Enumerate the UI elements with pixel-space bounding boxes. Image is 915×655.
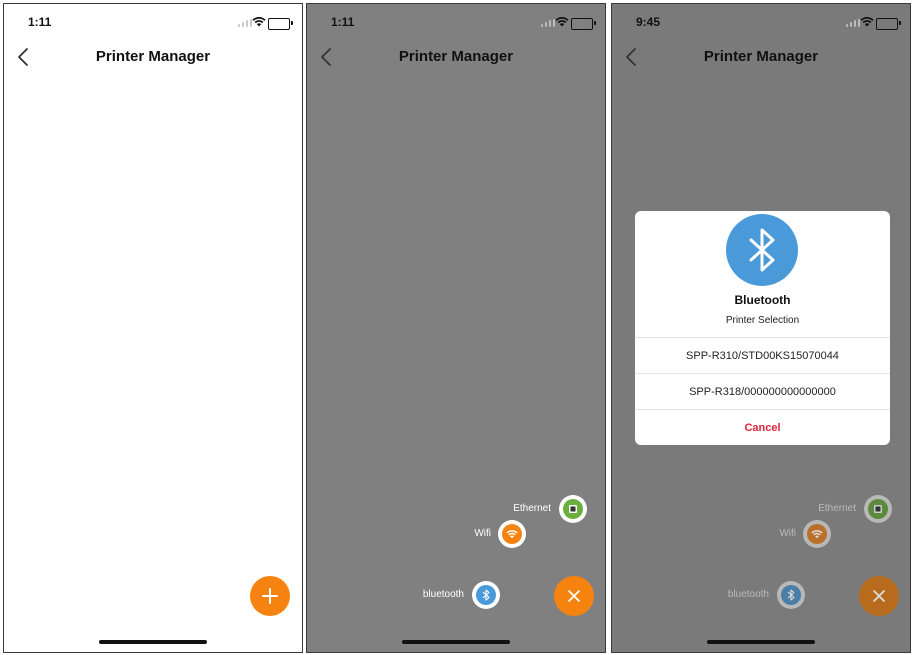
bluetooth-option-button[interactable] [777,581,805,609]
page-title: Printer Manager [703,48,819,65]
screen-connection-menu: 1:11 Printer Manager Ethernet Wifi bluet… [306,3,606,653]
cancel-button[interactable]: Cancel [635,409,890,445]
close-icon [873,590,885,602]
cellular-signal-icon [846,19,860,27]
ethernet-icon [868,499,888,519]
wifi-icon [860,16,874,27]
status-time: 1:11 [331,15,355,29]
status-bar: 1:11 [4,4,302,40]
close-menu-button[interactable] [554,576,594,616]
wifi-icon [252,16,266,27]
add-printer-button[interactable] [250,576,290,616]
cellular-signal-icon [541,19,555,27]
wifi-label: Wifi [474,528,491,539]
battery-charging-icon [876,18,901,30]
ethernet-option-button[interactable] [559,495,587,523]
status-time: 1:11 [28,15,52,29]
home-indicator [99,640,207,644]
navigation-bar: Printer Manager [612,40,910,76]
close-menu-button[interactable] [859,576,899,616]
plus-icon [262,588,278,604]
navigation-bar: Printer Manager [4,40,302,76]
close-icon [568,590,580,602]
wifi-option-button[interactable] [803,520,831,548]
status-bar: 9:45 [612,4,910,40]
navigation-bar: Printer Manager [307,40,605,76]
home-indicator [402,640,510,644]
dialog-title: Bluetooth [734,293,791,307]
wifi-option-button[interactable] [498,520,526,548]
battery-charging-icon [571,18,596,30]
page-title: Printer Manager [95,48,211,65]
bluetooth-option-button[interactable] [472,581,500,609]
status-bar: 1:11 [307,4,605,40]
ethernet-option-button[interactable] [864,495,892,523]
bluetooth-printer-selection-dialog: Bluetooth Printer Selection SPP-R310/STD… [635,211,890,445]
cellular-signal-icon [238,19,252,27]
screen-bluetooth-selection: 9:45 Printer Manager Ethernet Wifi bluet… [611,3,911,653]
home-indicator [707,640,815,644]
bluetooth-label: bluetooth [422,589,464,600]
battery-charging-icon [268,18,293,30]
bluetooth-label: bluetooth [727,589,769,600]
wifi-icon [555,16,569,27]
screen-printer-manager-empty: 1:11 Printer Manager [3,3,303,653]
wifi-label: Wifi [779,528,796,539]
printer-option-2[interactable]: SPP-R318/000000000000000 [635,373,890,410]
status-time: 9:45 [636,15,661,29]
bluetooth-icon [781,585,801,605]
ethernet-label: Ethernet [818,503,856,514]
wifi-icon [502,524,522,544]
page-title: Printer Manager [398,48,514,65]
printer-option-1[interactable]: SPP-R310/STD00KS15070044 [635,337,890,374]
bluetooth-icon [726,214,798,286]
ethernet-icon [563,499,583,519]
dialog-subtitle: Printer Selection [725,315,800,326]
wifi-icon [807,524,827,544]
ethernet-label: Ethernet [513,503,551,514]
bluetooth-icon [476,585,496,605]
